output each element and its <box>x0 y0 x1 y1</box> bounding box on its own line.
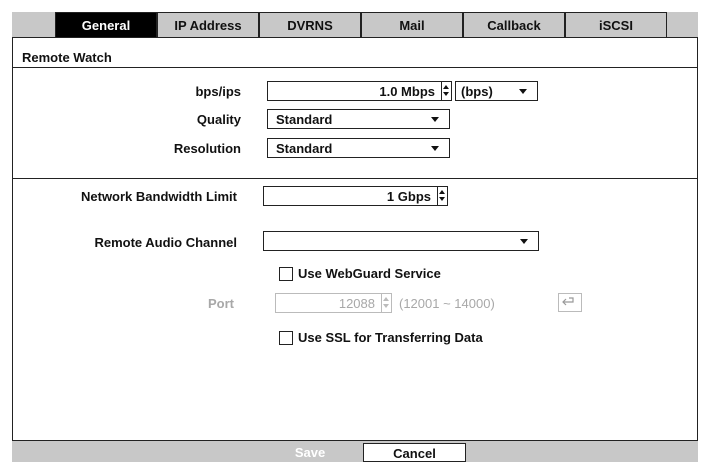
webguard-checkbox[interactable] <box>279 267 293 281</box>
resolution-dropdown[interactable]: Standard <box>267 138 450 158</box>
port-range-text: (12001 ~ 14000) <box>399 296 495 311</box>
port-reset-button <box>558 293 582 312</box>
chevron-down-icon <box>519 89 527 94</box>
port-value: 12088 <box>338 296 375 311</box>
save-button: Save <box>259 443 361 462</box>
bps-ips-stepper[interactable]: 1.0 Mbps <box>267 81 452 101</box>
spin-up-down-icon[interactable] <box>441 81 451 101</box>
tab-mail[interactable]: Mail <box>361 12 463 38</box>
chevron-down-icon <box>431 117 439 122</box>
bps-ips-label: bps/ips <box>195 84 241 99</box>
ssl-checkbox[interactable] <box>279 331 293 345</box>
quality-label: Quality <box>196 112 241 127</box>
webguard-label: Use WebGuard Service <box>298 266 441 281</box>
bps-unit-dropdown[interactable]: (bps) <box>455 81 538 101</box>
remote-audio-channel-dropdown[interactable] <box>263 231 539 251</box>
quality-dropdown[interactable]: Standard <box>267 109 450 129</box>
port-label: Port <box>208 296 234 311</box>
section-title-remote-watch: Remote Watch <box>22 50 112 65</box>
spin-up-down-icon[interactable] <box>437 186 447 206</box>
spin-up-down-icon <box>381 293 391 313</box>
tab-ip-address[interactable]: IP Address <box>157 12 259 38</box>
ssl-label: Use SSL for Transferring Data <box>298 330 483 345</box>
cancel-button[interactable]: Cancel <box>363 443 466 462</box>
network-bandwidth-limit-label: Network Bandwidth Limit <box>81 189 237 204</box>
tab-dvrns[interactable]: DVRNS <box>259 12 361 38</box>
resolution-label: Resolution <box>173 141 241 156</box>
tab-callback[interactable]: Callback <box>463 12 565 38</box>
bps-ips-value: 1.0 Mbps <box>379 84 435 99</box>
undo-arrow-icon <box>562 297 574 306</box>
bps-unit-value: (bps) <box>461 84 493 99</box>
port-stepper: 12088 <box>275 293 392 313</box>
network-bandwidth-stepper[interactable]: 1 Gbps <box>263 186 448 206</box>
quality-value: Standard <box>276 112 333 127</box>
tab-iscsi[interactable]: iSCSI <box>565 12 667 38</box>
chevron-down-icon <box>431 146 439 151</box>
chevron-down-icon <box>520 239 528 244</box>
network-bandwidth-value: 1 Gbps <box>386 189 431 204</box>
remote-audio-channel-label: Remote Audio Channel <box>94 235 237 250</box>
tab-general[interactable]: General <box>55 12 157 38</box>
resolution-value: Standard <box>276 141 333 156</box>
